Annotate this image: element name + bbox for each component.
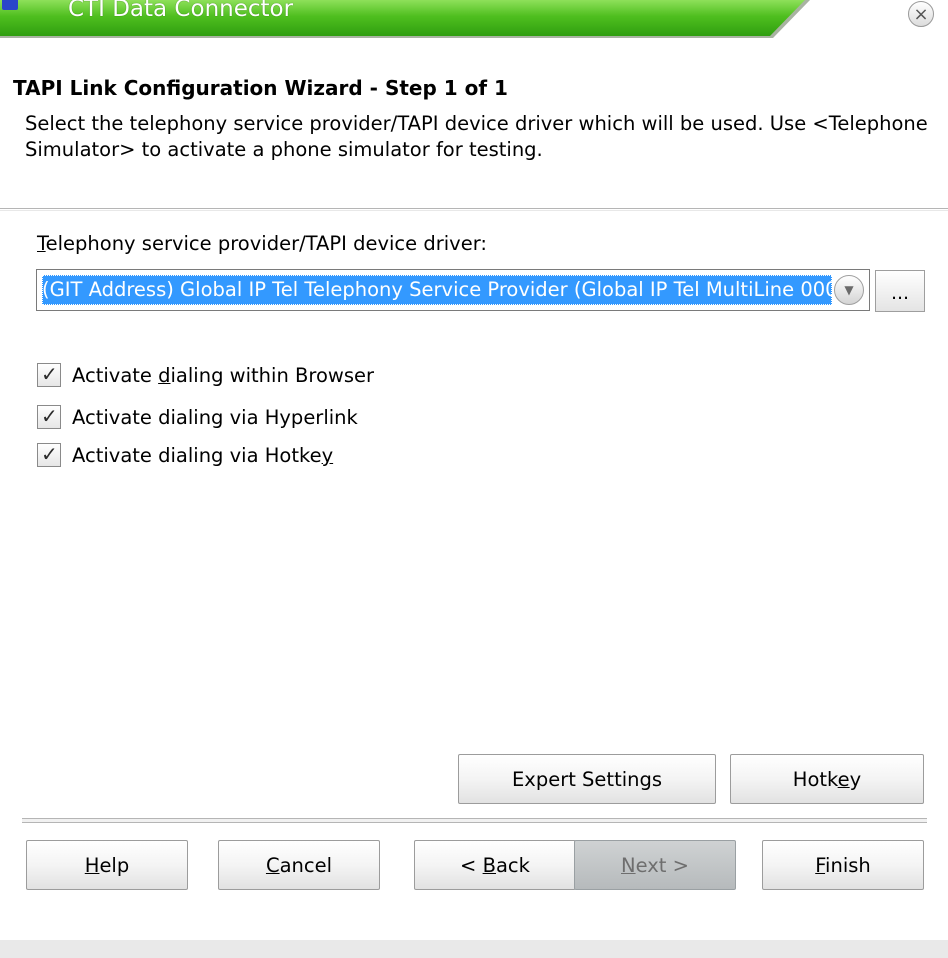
header-divider [0, 208, 948, 211]
option-mnemonic: y [321, 444, 334, 467]
checkbox-hotkey[interactable]: ✓ [37, 442, 61, 467]
window-title: CTI Data Connector [68, 0, 294, 22]
cancel-mnemonic: C [265, 854, 280, 877]
cancel-button[interactable]: Cancel [218, 840, 380, 890]
chevron-down-icon[interactable]: ▼ [834, 275, 864, 305]
checkmark-icon: ✓ [41, 362, 58, 386]
driver-label: Telephony service provider/TAPI device d… [37, 232, 487, 255]
expert-settings-button[interactable]: Expert Settings [458, 754, 716, 804]
wizard-title: TAPI Link Configuration Wizard - Step 1 … [13, 76, 508, 100]
title-bar: CTI Data Connector × [0, 0, 948, 48]
option-label: Activate dialing via Hotkey [72, 444, 334, 467]
back-mnemonic: B [482, 854, 496, 877]
help-button[interactable]: Help [26, 840, 188, 890]
option-label: Activate dialing via Hyperlink [72, 406, 358, 429]
footer-divider [22, 818, 927, 823]
help-mnemonic: H [84, 854, 100, 877]
wizard-description: Select the telephony service provider/TA… [25, 112, 928, 161]
next-mnemonic: N [621, 854, 636, 877]
option-mnemonic: d [158, 364, 171, 387]
option-label: Activate dialing within Browser [72, 364, 375, 387]
driver-label-text: elephony service provider/TAPI device dr… [45, 232, 487, 255]
close-icon[interactable]: × [908, 1, 934, 27]
checkmark-icon: ✓ [41, 404, 58, 428]
checkbox-browser[interactable]: ✓ [37, 362, 61, 387]
finish-button[interactable]: Finish [762, 840, 924, 890]
footer-strip [0, 940, 948, 958]
next-button[interactable]: Next > [574, 840, 736, 890]
back-button[interactable]: < Back [414, 840, 576, 890]
hotkey-button[interactable]: Hotkey [730, 754, 924, 804]
hotkey-mnemonic: e [837, 768, 850, 791]
driver-select-value: (GIT Address) Global IP Tel Telephony Se… [42, 275, 832, 305]
app-icon [2, 0, 18, 10]
finish-mnemonic: F [815, 854, 826, 877]
driver-select[interactable]: (GIT Address) Global IP Tel Telephony Se… [36, 269, 870, 311]
driver-label-mnemonic: T [37, 232, 46, 255]
checkbox-hyperlink[interactable]: ✓ [37, 404, 61, 429]
checkmark-icon: ✓ [41, 442, 58, 466]
browse-button[interactable]: ... [875, 270, 925, 312]
